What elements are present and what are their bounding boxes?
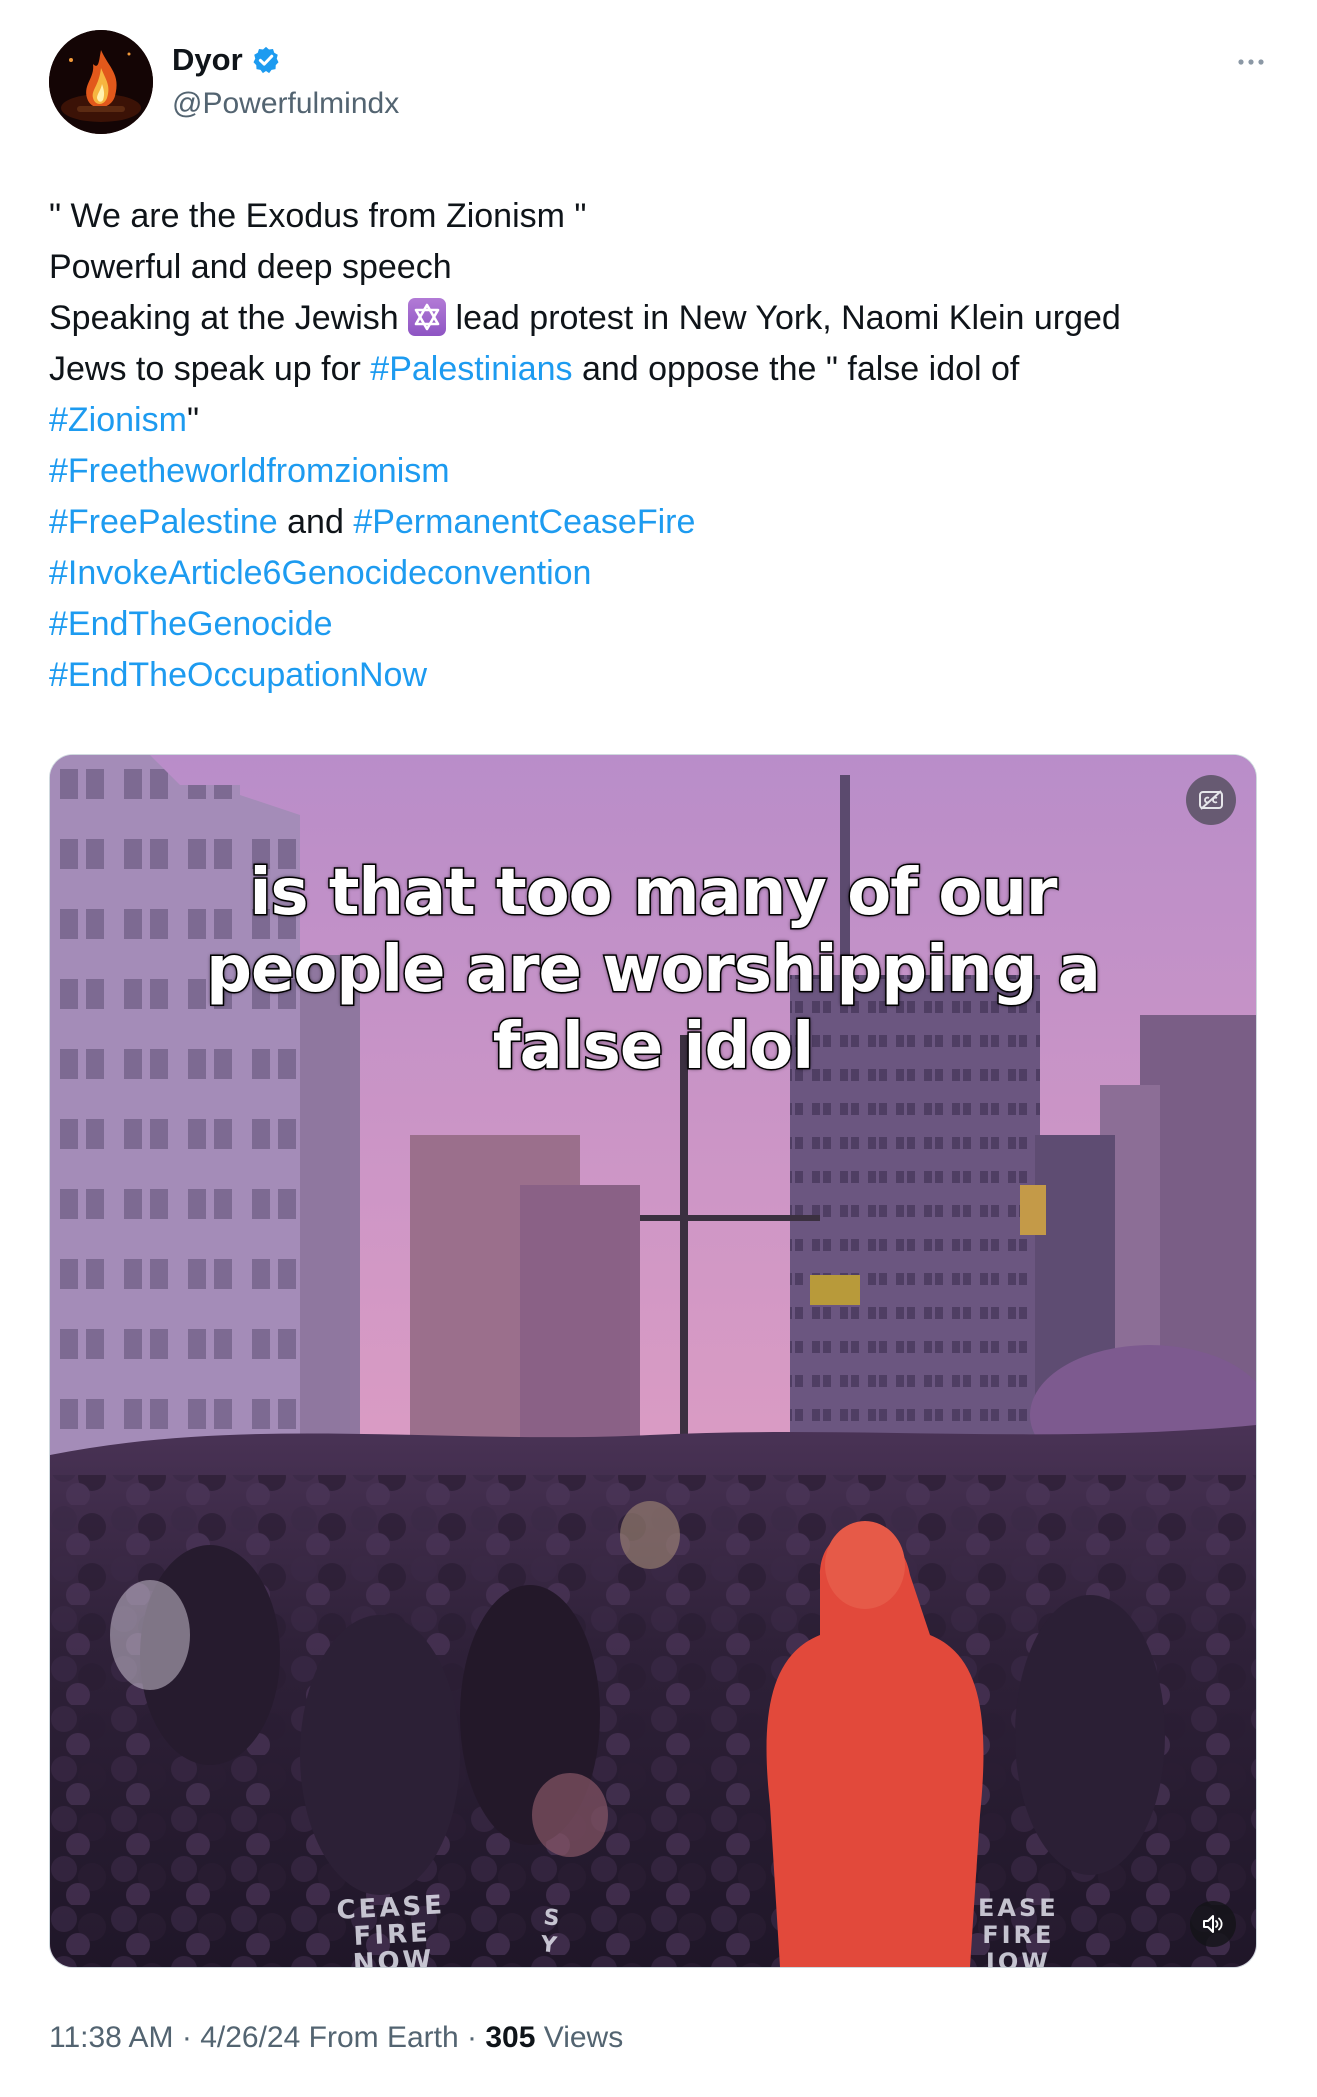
tweet-line: " We are the Exodus from Zionism " — [49, 197, 587, 235]
hashtag-link[interactable]: #EndTheOccupationNow — [49, 656, 427, 694]
tweet-text-segment: " — [186, 401, 200, 439]
protest-sign-left: CEASE FIRE NOW — [336, 1890, 449, 1968]
tweet-line: #InvokeArticle6Genocideconvention — [49, 548, 1269, 599]
tweet-text-segment: and oppose the " false idol of — [572, 350, 1020, 388]
tweet-line: Jews to speak up for #Palestinians and o… — [49, 344, 1269, 395]
tweet-date[interactable]: 4/26/24 — [200, 2021, 300, 2054]
video-caption: is that too many of our people are worsh… — [50, 855, 1256, 1086]
verified-badge-icon[interactable] — [251, 45, 281, 75]
tweet-line: Powerful and deep speech — [49, 248, 452, 286]
separator: · — [173, 2021, 201, 2054]
author-info: Dyor @Powerfulmindx — [172, 40, 399, 124]
hashtag-link[interactable]: #InvokeArticle6Genocideconvention — [49, 554, 591, 592]
sign-text: EASE — [978, 1894, 1059, 1922]
hashtag-link[interactable]: #EndTheGenocide — [49, 605, 333, 643]
volume-muted-icon[interactable] — [1190, 1901, 1236, 1947]
tweet-line: #EndTheGenocide — [49, 599, 1269, 650]
protest-sign-right: EASE FIRE IOW — [978, 1895, 1059, 1968]
avatar[interactable] — [49, 30, 153, 134]
caption-line: people are worshipping a — [205, 932, 1103, 1009]
tweet-text-segment: Speaking at the Jewish — [49, 299, 409, 337]
tweet-text-segment: and — [277, 503, 354, 541]
views-count[interactable]: 305 — [485, 2021, 535, 2054]
caption-line: false idol — [491, 1009, 815, 1086]
tweet-text-segment: Jews to speak up for — [49, 350, 371, 388]
tweet-text: " We are the Exodus from Zionism " Power… — [49, 191, 1269, 701]
hashtag-link[interactable]: #Zionism — [49, 401, 187, 439]
more-horizontal-icon[interactable] — [1233, 44, 1269, 80]
hashtag-link[interactable]: #PermanentCeaseFire — [353, 503, 695, 541]
fire-avatar-icon — [49, 30, 153, 134]
views-label[interactable]: Views — [535, 2021, 624, 2054]
sign-text: NOW — [352, 1944, 436, 1968]
sign-text: S — [542, 1905, 564, 1932]
author-handle[interactable]: @Powerfulmindx — [172, 84, 399, 124]
tweet-meta: 11:38 AM · 4/26/24 From Earth · 305 View… — [49, 2018, 623, 2058]
caption-line: is that too many of our — [248, 855, 1059, 932]
star-of-david-icon — [408, 298, 447, 336]
tweet-line: #Zionism" — [49, 395, 1269, 446]
sign-text: IOW — [985, 1948, 1051, 1968]
tweet-header: Dyor @Powerfulmindx — [49, 30, 1269, 140]
tweet-line: #EndTheOccupationNow — [49, 650, 1269, 701]
hashtag-link[interactable]: #FreePalestine — [49, 503, 278, 541]
tweet-text-segment: lead protest in New York, Naomi Klein ur… — [446, 299, 1121, 337]
display-name-row: Dyor — [172, 40, 399, 80]
hashtag-link[interactable]: #Freetheworldfromzionism — [49, 452, 450, 490]
sign-text: Y — [539, 1932, 561, 1959]
tweet-line: #FreePalestine and #PermanentCeaseFire — [49, 497, 1269, 548]
tweet-time[interactable]: 11:38 AM — [49, 2021, 174, 2054]
hashtag-link[interactable]: #Palestinians — [370, 350, 572, 388]
tweet-line: Speaking at the Jewish lead protest in N… — [49, 293, 1269, 344]
tweet-line: #Freetheworldfromzionism — [49, 446, 1269, 497]
closed-captions-icon[interactable] — [1186, 775, 1236, 825]
tweet-location: From Earth — [300, 2021, 459, 2054]
separator: · — [458, 2021, 486, 2054]
video-player[interactable]: is that too many of our people are worsh… — [49, 754, 1257, 1968]
sign-text: FIRE — [982, 1921, 1055, 1949]
display-name[interactable]: Dyor — [172, 40, 243, 80]
